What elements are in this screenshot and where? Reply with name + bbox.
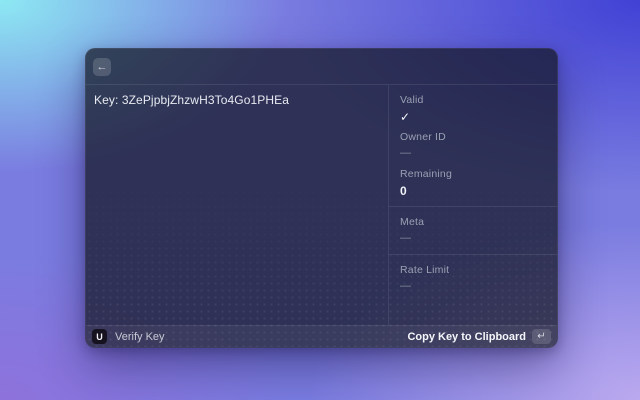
detail-pane: Valid ✓ Owner ID — Remaining 0 Meta — Ra… <box>388 85 557 325</box>
copy-key-label: Copy Key to Clipboard <box>407 330 526 343</box>
dialog-body: Key: 3ZePjpbjZhzwH3To4Go1PHEa Valid ✓ Ow… <box>86 85 557 325</box>
detail-section-meta: Meta — <box>389 207 557 255</box>
field-meta-label: Meta <box>400 216 425 228</box>
dialog-footer: U Verify Key Copy Key to Clipboard ↵ <box>86 325 557 347</box>
field-owner-id-value: — <box>400 147 411 159</box>
copy-key-button[interactable]: Copy Key to Clipboard ↵ <box>407 329 551 344</box>
field-meta: Meta — <box>400 216 546 246</box>
field-rate-limit-value: — <box>400 280 411 292</box>
back-arrow-icon: ← <box>96 60 108 73</box>
dialog-titlebar: ← <box>86 49 557 85</box>
field-valid-label: Valid <box>400 94 424 106</box>
field-remaining: Remaining 0 <box>400 168 546 198</box>
field-valid: Valid ✓ <box>400 94 546 124</box>
key-display: Key: 3ZePjpbjZhzwH3To4Go1PHEa <box>94 93 289 107</box>
field-owner-id: Owner ID — <box>400 131 546 161</box>
key-verification-dialog: ← Key: 3ZePjpbjZhzwH3To4Go1PHEa Valid ✓ … <box>85 48 558 348</box>
field-owner-id-label: Owner ID <box>400 131 446 143</box>
unkey-logo-icon: U <box>92 329 107 344</box>
detail-section-status: Valid ✓ Owner ID — Remaining 0 <box>389 85 557 207</box>
valid-check-icon: ✓ <box>400 110 411 124</box>
field-rate-limit-label: Rate Limit <box>400 264 450 276</box>
field-rate-limit: Rate Limit — <box>400 264 546 294</box>
field-remaining-label: Remaining <box>400 168 452 180</box>
back-button[interactable]: ← <box>93 57 111 76</box>
key-pane: Key: 3ZePjpbjZhzwH3To4Go1PHEa <box>86 85 388 325</box>
verify-key-label: Verify Key <box>115 330 165 343</box>
enter-key-icon: ↵ <box>532 329 551 344</box>
field-meta-value: — <box>400 232 411 244</box>
field-remaining-value: 0 <box>400 184 407 198</box>
detail-section-rate-limit: Rate Limit — <box>389 255 557 325</box>
verify-key-button[interactable]: U Verify Key <box>92 329 165 344</box>
